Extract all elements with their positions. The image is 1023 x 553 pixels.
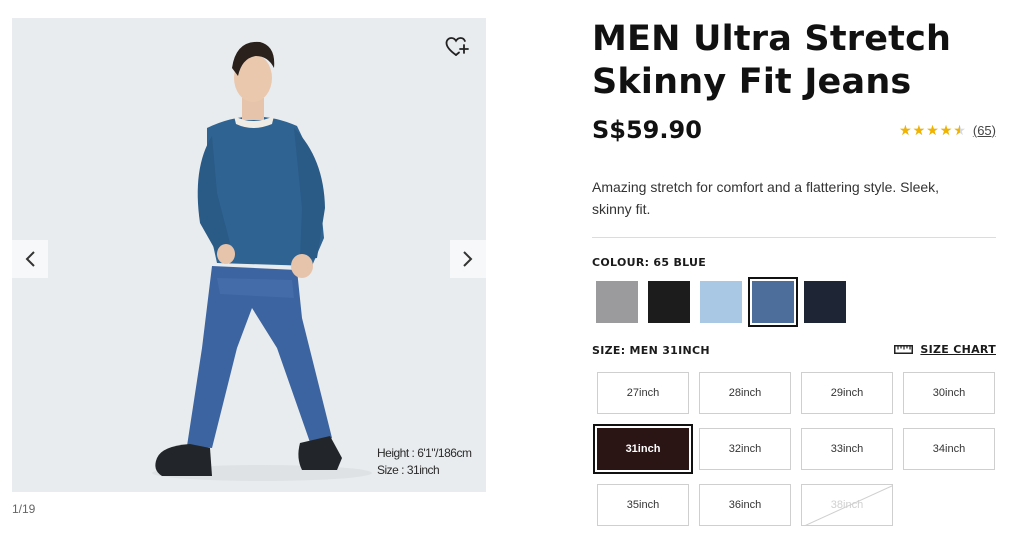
size-option-27inch[interactable]: 27inch (597, 372, 689, 414)
size-option-label: 34inch (932, 443, 966, 455)
size-option-label: 33inch (830, 443, 864, 455)
product-details-panel: MEN Ultra Stretch Skinny Fit Jeans S$59.… (592, 18, 996, 526)
next-image-button[interactable] (450, 240, 486, 278)
colour-swatch-blue[interactable] (748, 277, 798, 327)
image-counter: 1/19 (12, 502, 36, 516)
size-option-label: 35inch (626, 499, 660, 511)
size-option-label: 36inch (728, 499, 762, 511)
size-option-label: 27inch (626, 387, 660, 399)
unavailable-strike-icon (805, 485, 892, 525)
size-option-33inch[interactable]: 33inch (801, 428, 893, 470)
size-option-label: 28inch (728, 387, 762, 399)
model-height-text: Height : 6'1"/186cm (377, 446, 472, 460)
product-description: Amazing stretch for comfort and a flatte… (592, 179, 940, 217)
size-option-28inch[interactable]: 28inch (699, 372, 791, 414)
previous-image-button[interactable] (12, 240, 48, 278)
size-chart-label: SIZE CHART (920, 343, 996, 356)
size-option-31inch[interactable]: 31inch (593, 424, 693, 474)
add-to-wishlist-button[interactable] (444, 34, 470, 60)
model-size-text: Size : 31inch (377, 463, 440, 477)
size-option-32inch[interactable]: 32inch (699, 428, 791, 470)
product-title-line-1: MEN Ultra Stretch (592, 19, 952, 59)
product-price: S$59.90 (592, 116, 702, 144)
size-option-label: 32inch (728, 443, 762, 455)
section-divider (592, 237, 996, 238)
size-option-label: 31inch (625, 443, 661, 455)
model-info: Height : 6'1"/186cm Size : 31inch (377, 445, 472, 479)
ruler-icon (894, 345, 914, 354)
product-title: MEN Ultra Stretch Skinny Fit Jeans (592, 18, 996, 104)
size-option-label: 30inch (932, 387, 966, 399)
size-option-38inch: 38inch (801, 484, 893, 526)
size-chart-link[interactable]: SIZE CHART (894, 343, 996, 356)
colour-swatch-list (596, 277, 996, 327)
size-option-grid: 27inch 28inch 29inch 30inch 31inch 32inch 33in… (593, 372, 996, 526)
size-option-29inch[interactable]: 29inch (801, 372, 893, 414)
size-option-34inch[interactable]: 34inch (903, 428, 995, 470)
size-option-label: 29inch (830, 387, 864, 399)
colour-swatch-light-blue[interactable] (700, 281, 742, 323)
product-model-image (152, 41, 372, 481)
size-option-30inch[interactable]: 30inch (903, 372, 995, 414)
colour-label: COLOUR: 65 BLUE (592, 256, 707, 269)
price-rating-row: S$59.90 ★★★★★ ★★★★★ (65) (592, 116, 996, 154)
product-rating: ★★★★★ ★★★★★ (65) (899, 122, 996, 138)
colour-swatch-navy[interactable] (804, 281, 846, 323)
heart-plus-icon (445, 37, 469, 56)
chevron-left-icon (25, 251, 35, 267)
size-option-35inch[interactable]: 35inch (597, 484, 689, 526)
product-title-line-2: Skinny Fit Jeans (592, 62, 912, 102)
review-count-link[interactable]: (65) (973, 123, 996, 138)
chevron-right-icon (463, 251, 473, 267)
stars-filled: ★★★★★ (899, 122, 960, 138)
product-image-gallery[interactable]: Height : 6'1"/186cm Size : 31inch (12, 18, 486, 492)
star-rating-icon: ★★★★★ ★★★★★ (899, 122, 967, 138)
size-option-36inch[interactable]: 36inch (699, 484, 791, 526)
colour-swatch-black[interactable] (648, 281, 690, 323)
colour-swatch-gray[interactable] (596, 281, 638, 323)
size-header: SIZE: MEN 31INCH SIZE CHART (592, 343, 996, 358)
